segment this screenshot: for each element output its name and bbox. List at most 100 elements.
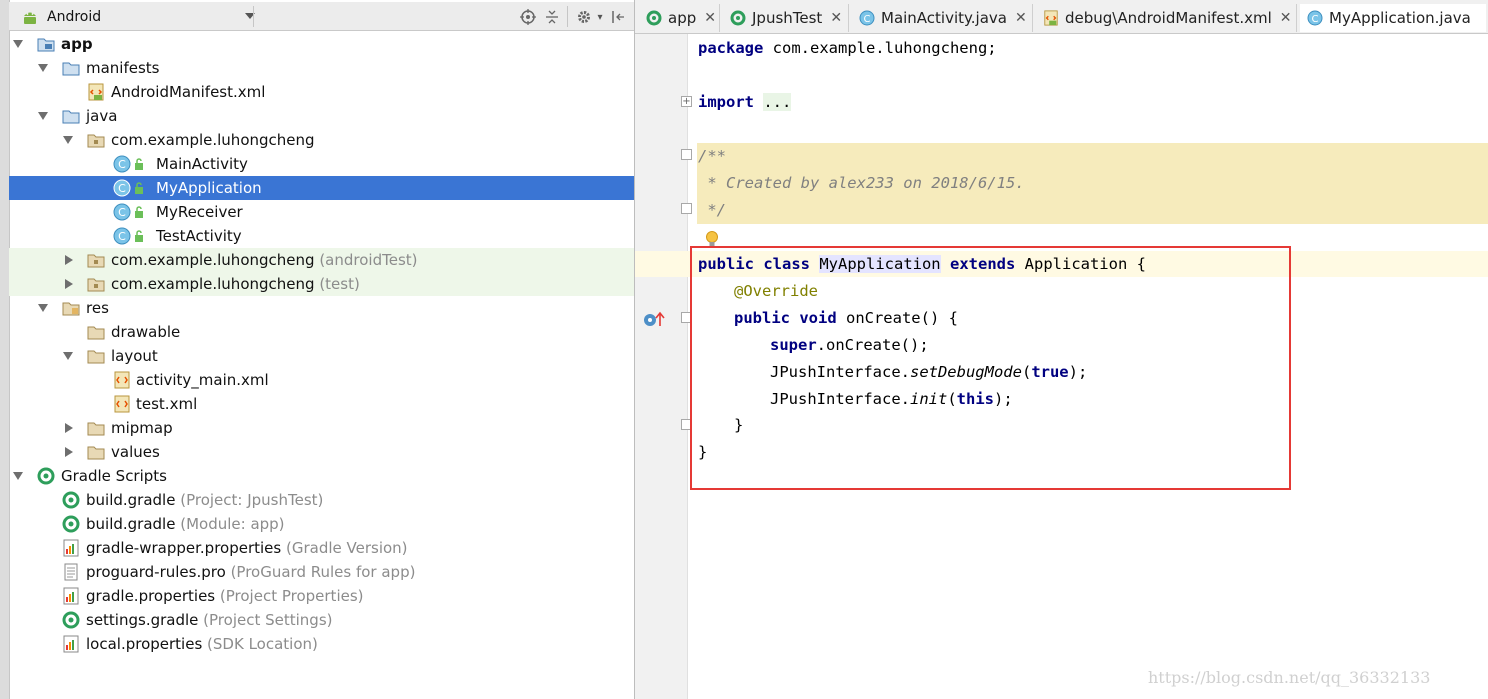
class-icon: C [113,227,131,245]
tree-label: MyReceiver [156,203,243,221]
xml-file-icon [87,83,105,101]
gradle-icon [62,515,80,533]
svg-text:C: C [118,206,126,219]
expand-arrow-icon[interactable] [65,279,73,289]
tree-item-build-gradle-module[interactable]: build.gradle (Module: app) [9,512,634,536]
tree-item-mipmap[interactable]: mipmap [9,416,634,440]
tree-item-app[interactable]: app [9,32,634,56]
close-icon[interactable]: ✕ [830,10,842,26]
hide-panel-icon[interactable] [609,8,627,26]
tree-item-drawable[interactable]: drawable [9,320,634,344]
code-line: import ... [698,93,792,111]
tree-item-layout[interactable]: layout [9,344,634,368]
tree-hint: (Gradle Version) [286,539,408,557]
tree-item-gradle-wrapper[interactable]: gradle-wrapper.properties (Gradle Versio… [9,536,634,560]
tab-mainactivity[interactable]: C MainActivity.java ✕ [852,4,1033,32]
code-line: * Created by alex233 on 2018/6/15. [698,174,1025,192]
project-tree: app manifests AndroidManifest.xml java c… [9,31,634,699]
expand-arrow-icon[interactable] [65,447,73,457]
access-lock-icon [133,155,145,173]
editor-gutter[interactable] [635,34,688,699]
module-icon [645,9,663,27]
expand-arrow-icon[interactable] [38,112,48,120]
tree-item-settings-gradle[interactable]: settings.gradle (Project Settings) [9,608,634,632]
tab-jpushtest[interactable]: JpushTest ✕ [723,4,849,32]
collapse-all-icon[interactable] [543,8,561,26]
tab-myapplication[interactable]: C MyApplication.java [1300,4,1486,32]
folder-icon [87,419,105,437]
tab-debug-manifest[interactable]: debug\AndroidManifest.xml ✕ [1036,4,1297,32]
class-icon: C [113,155,131,173]
tree-item-build-gradle-project[interactable]: build.gradle (Project: JpushTest) [9,488,634,512]
tree-label: local.properties (SDK Location) [86,635,318,653]
close-icon[interactable]: ✕ [704,10,716,26]
tree-item-gradle-scripts[interactable]: Gradle Scripts [9,464,634,488]
tree-label: com.example.luhongcheng (androidTest) [111,251,418,269]
tree-item-main-activity[interactable]: C MainActivity [9,152,634,176]
tree-item-test-xml[interactable]: test.xml [9,392,634,416]
tree-item-manifests[interactable]: manifests [9,56,634,80]
tree-label: test.xml [136,395,198,413]
package-icon [87,275,105,293]
tab-app[interactable]: app ✕ [639,4,720,32]
expand-arrow-icon[interactable] [63,352,73,360]
tree-label: layout [111,347,158,365]
tree-item-test-activity[interactable]: C TestActivity [9,224,634,248]
class-icon: C [113,203,131,221]
folder-icon [87,323,105,341]
folder-icon [87,443,105,461]
tree-item-package-test[interactable]: com.example.luhongcheng (test) [9,272,634,296]
code-line: package com.example.luhongcheng; [698,39,997,57]
tree-item-values[interactable]: values [9,440,634,464]
tree-item-proguard[interactable]: proguard-rules.pro (ProGuard Rules for a… [9,560,634,584]
expand-arrow-icon[interactable] [38,64,48,72]
expand-arrow-icon[interactable] [65,423,73,433]
tree-label: activity_main.xml [136,371,269,389]
tree-label: proguard-rules.pro (ProGuard Rules for a… [86,563,416,581]
tree-label: gradle.properties (Project Properties) [86,587,364,605]
expand-arrow-icon[interactable] [38,304,48,312]
expand-arrow-icon[interactable] [65,255,73,265]
tree-label: AndroidManifest.xml [111,83,266,101]
tree-hint: (Project: JpushTest) [180,491,324,509]
project-panel-header: Android ▾ [9,2,634,31]
tree-item-my-receiver[interactable]: C MyReceiver [9,200,634,224]
package-icon [87,251,105,269]
folded-imports[interactable]: ... [763,93,792,111]
tree-item-package-android-test[interactable]: com.example.luhongcheng (androidTest) [9,248,634,272]
chevron-down-icon[interactable]: ▾ [591,8,609,26]
tree-item-res[interactable]: res [9,296,634,320]
expand-arrow-icon[interactable] [63,136,73,144]
target-icon[interactable] [519,8,537,26]
expand-arrow-icon[interactable] [13,472,23,480]
xml-file-icon [1042,9,1060,27]
override-method-icon[interactable] [642,310,666,332]
tree-item-local-properties[interactable]: local.properties (SDK Location) [9,632,634,656]
folder-icon [87,347,105,365]
close-icon[interactable]: ✕ [1015,10,1027,26]
tree-item-java[interactable]: java [9,104,634,128]
module-folder-icon [37,35,55,53]
tree-item-my-application[interactable]: C MyApplication [9,176,634,200]
header-divider [567,6,568,27]
gradle-icon [729,9,747,27]
tree-item-activity-main-xml[interactable]: activity_main.xml [9,368,634,392]
properties-file-icon [62,539,80,557]
class-icon: C [858,9,876,27]
tree-label: mipmap [111,419,173,437]
tree-label: java [86,107,118,125]
close-icon[interactable]: ✕ [1280,10,1292,26]
code-line: /** [698,147,726,165]
project-view-selector[interactable]: Android [21,5,261,29]
header-divider [253,6,254,27]
expand-arrow-icon[interactable] [13,40,23,48]
tree-item-package[interactable]: com.example.luhongcheng [9,128,634,152]
tree-item-android-manifest[interactable]: AndroidManifest.xml [9,80,634,104]
svg-text:C: C [118,158,126,171]
class-icon: C [113,179,131,197]
resource-folder-icon [62,299,80,317]
tree-item-gradle-properties[interactable]: gradle.properties (Project Properties) [9,584,634,608]
tree-hint: (androidTest) [319,251,418,269]
tab-label: debug\AndroidManifest.xml [1065,9,1272,27]
tree-label: com.example.luhongcheng (test) [111,275,360,293]
